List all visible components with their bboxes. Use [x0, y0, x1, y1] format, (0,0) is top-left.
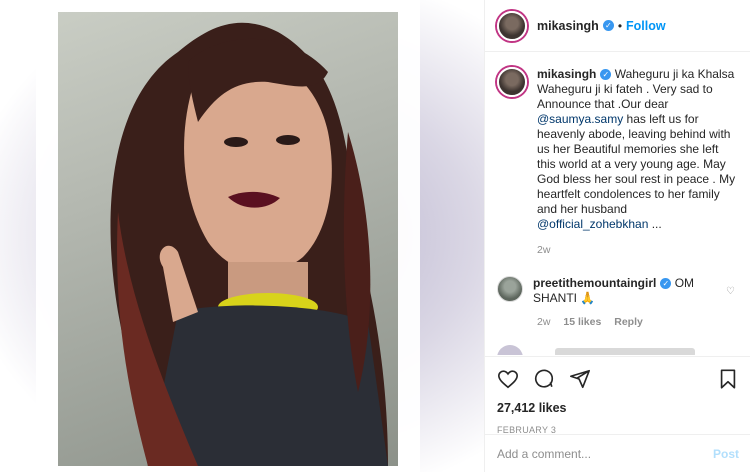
post-photo[interactable]: [58, 12, 398, 466]
verified-badge-icon: ✓: [660, 278, 672, 290]
bookmark-icon[interactable]: [717, 368, 739, 390]
mention-link[interactable]: @official_zohebkhan: [537, 217, 648, 231]
comments-list[interactable]: mikasingh ✓ Waheguru ji ka Khalsa Wahegur…: [485, 53, 750, 355]
caption-time[interactable]: 2w: [537, 244, 739, 256]
caption-username[interactable]: mikasingh: [537, 67, 596, 81]
mention-link[interactable]: @saumya.samy: [537, 112, 623, 126]
header-separator: •: [617, 18, 623, 33]
heart-icon[interactable]: [497, 368, 519, 390]
caption-body-3: ...: [648, 217, 662, 231]
caption-body-2: has left us for heavenly abode, leaving …: [537, 112, 736, 216]
next-comment-peek: [497, 345, 737, 355]
add-comment-bar: Post: [485, 434, 750, 472]
commenter-username[interactable]: preetithemountaingirl: [533, 276, 656, 290]
comment-time[interactable]: 2w: [537, 316, 550, 328]
comment-icon[interactable]: [533, 368, 555, 390]
post-side-panel: mikasingh ✓ • Follow mikasingh ✓ Waheguru…: [484, 0, 750, 472]
comment-item: preetithemountaingirl ✓ OM SHANTI 🙏 ♡: [497, 276, 739, 306]
post-header: mikasingh ✓ • Follow: [485, 0, 750, 52]
post-media-area: [0, 0, 484, 472]
comment-likes[interactable]: 15 likes: [563, 316, 601, 328]
verified-badge-icon: ✓: [600, 69, 612, 81]
next-comment-avatar: [497, 345, 523, 355]
author-username[interactable]: mikasingh: [537, 19, 599, 33]
share-icon[interactable]: [569, 368, 591, 390]
portrait-illustration: [110, 22, 388, 466]
post-comment-button[interactable]: Post: [713, 447, 739, 461]
verified-badge-icon: ✓: [602, 20, 614, 31]
commenter-avatar[interactable]: [497, 276, 523, 302]
action-bar: 27,412 likes FEBRUARY 3: [485, 356, 750, 435]
likes-count[interactable]: 27,412 likes: [497, 401, 739, 415]
action-icons: [497, 365, 739, 393]
follow-button[interactable]: Follow: [626, 19, 666, 33]
reply-button[interactable]: Reply: [614, 316, 643, 328]
comment-meta: 2w 15 likes Reply: [537, 316, 739, 328]
author-avatar[interactable]: [497, 10, 527, 41]
add-comment-input[interactable]: [497, 446, 713, 461]
comment-heart-icon[interactable]: ♡: [726, 286, 735, 297]
comment-text: preetithemountaingirl ✓ OM SHANTI 🙏: [533, 276, 728, 306]
caption: mikasingh ✓ Waheguru ji ka Khalsa Wahegur…: [497, 67, 739, 232]
next-comment-text-hint: [555, 348, 695, 355]
caption-text: mikasingh ✓ Waheguru ji ka Khalsa Wahegur…: [537, 67, 739, 232]
caption-avatar[interactable]: [497, 67, 527, 97]
